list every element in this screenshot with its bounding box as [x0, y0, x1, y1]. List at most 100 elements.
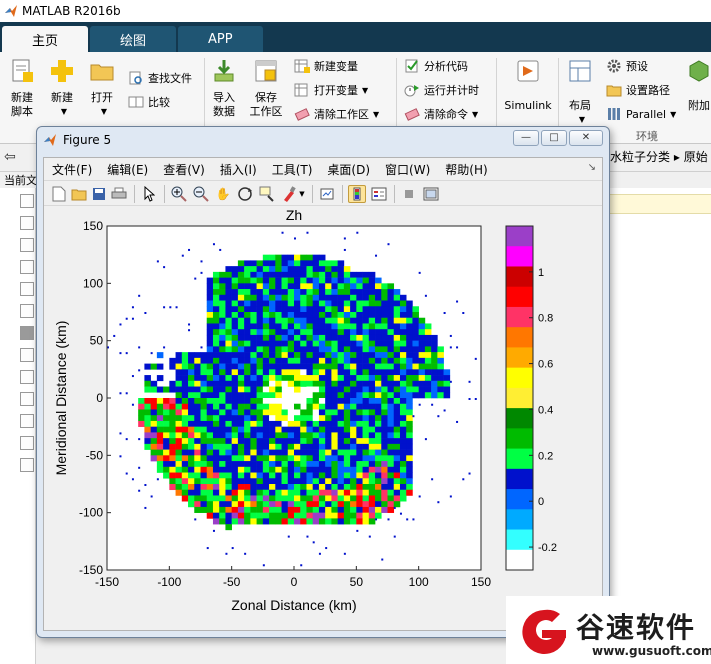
insert-legend-icon[interactable]	[370, 185, 388, 203]
heat-cell	[156, 438, 164, 445]
heat-cell	[206, 443, 214, 450]
addons-button[interactable]: 附加	[684, 58, 711, 113]
file-icon[interactable]	[20, 216, 34, 230]
heat-cell	[331, 386, 338, 393]
file-icon[interactable]	[20, 370, 34, 384]
figure-window[interactable]: Figure 5 — □ ✕ 文件(F) 编辑(E) 查看(V) 插入(I) 工…	[36, 126, 610, 638]
insert-colorbar-icon[interactable]	[348, 185, 366, 203]
heat-cell	[387, 449, 395, 456]
breadcrumb-item[interactable]: 水粒子分类	[610, 150, 670, 164]
heat-cell	[381, 363, 388, 370]
layout-button[interactable]: 布局 ▼	[560, 58, 600, 127]
heat-cell	[212, 294, 220, 301]
brush-icon[interactable]	[280, 185, 298, 203]
breadcrumb[interactable]: 水粒子分类 ▸ 原始	[610, 148, 708, 165]
file-icon[interactable]	[20, 238, 34, 252]
file-icon[interactable]	[20, 392, 34, 406]
tab-plots[interactable]: 绘图	[90, 26, 177, 52]
menu-insert[interactable]: 插入(I)	[220, 161, 257, 178]
current-folder-panel[interactable]	[0, 188, 36, 664]
new-figure-icon[interactable]	[50, 185, 68, 203]
rotate-3d-icon[interactable]	[236, 185, 254, 203]
back-arrow-icon[interactable]: ⇦	[4, 149, 16, 165]
maximize-button[interactable]: □	[541, 130, 567, 146]
open-button[interactable]: 打开 ▼	[82, 58, 122, 119]
file-icon[interactable]	[20, 436, 34, 450]
file-icon[interactable]	[20, 326, 34, 340]
show-plot-tools-icon[interactable]	[422, 185, 440, 203]
chevron-down-icon[interactable]: ▼	[298, 185, 306, 203]
minimize-button[interactable]: —	[513, 130, 539, 146]
link-plot-icon[interactable]	[318, 185, 336, 203]
radar-reflectivity-map[interactable]	[107, 226, 481, 570]
heat-cell	[437, 357, 444, 364]
new-variable-button[interactable]: 新建变量	[294, 56, 358, 76]
hide-plot-tools-icon[interactable]	[400, 185, 418, 203]
file-icon[interactable]	[20, 458, 34, 472]
heat-cell	[318, 518, 326, 525]
save-icon[interactable]	[90, 185, 108, 203]
heat-cell	[231, 386, 239, 393]
menu-edit[interactable]: 编辑(E)	[107, 161, 148, 178]
preferences-button[interactable]: 预设	[606, 56, 648, 76]
heat-cell	[337, 271, 345, 278]
zoom-out-icon[interactable]	[192, 185, 210, 203]
close-button[interactable]: ✕	[569, 130, 603, 146]
open-variable-button[interactable]: 打开变量 ▼	[294, 80, 368, 100]
heat-cell	[356, 352, 363, 359]
zoom-in-icon[interactable]	[170, 185, 188, 203]
run-and-time-button[interactable]: 运行并计时	[404, 80, 479, 100]
analyze-code-button[interactable]: 分析代码	[404, 56, 468, 76]
new-script-button[interactable]: 新建 脚本	[2, 58, 42, 119]
dock-arrow-icon[interactable]: ↘	[588, 162, 596, 173]
heat-cell	[269, 443, 276, 450]
plot-canvas[interactable]: -150 -100 -50 0 50 100 150 150100500-50-100-15…	[44, 206, 602, 630]
file-icon[interactable]	[20, 282, 34, 296]
heat-cell	[387, 306, 395, 313]
compare-button[interactable]: 比较	[128, 92, 170, 112]
heat-cell	[306, 254, 313, 261]
clear-commands-button[interactable]: 清除命令 ▼	[404, 104, 478, 124]
file-icon[interactable]	[20, 348, 34, 362]
menu-window[interactable]: 窗口(W)	[385, 161, 430, 178]
tab-apps[interactable]: APP	[178, 26, 263, 52]
pointer-icon[interactable]	[140, 185, 158, 203]
find-files-button[interactable]: 查找文件	[128, 68, 192, 88]
menu-desktop[interactable]: 桌面(D)	[327, 161, 370, 178]
heat-cell	[325, 449, 332, 456]
heat-cell	[294, 277, 301, 284]
import-data-button[interactable]: 导入 数据	[204, 58, 244, 119]
heat-cell	[256, 461, 264, 468]
menu-tools[interactable]: 工具(T)	[272, 161, 313, 178]
pan-hand-icon[interactable]: ✋	[214, 185, 232, 203]
heat-cell	[375, 512, 382, 519]
heat-cell	[262, 512, 270, 519]
save-workspace-button[interactable]: 保存 工作区	[246, 58, 286, 119]
print-icon[interactable]	[110, 185, 128, 203]
open-file-icon[interactable]	[70, 185, 88, 203]
simulink-button[interactable]: Simulink	[500, 58, 556, 113]
file-icon[interactable]	[20, 304, 34, 318]
menu-file[interactable]: 文件(F)	[52, 161, 92, 178]
heat-cell	[368, 484, 376, 491]
figure-client-area: 文件(F) 编辑(E) 查看(V) 插入(I) 工具(T) 桌面(D) 窗口(W…	[43, 157, 603, 631]
file-icon[interactable]	[20, 194, 34, 208]
heat-cell	[281, 317, 289, 324]
heat-cell	[256, 478, 264, 485]
file-icon[interactable]	[20, 260, 34, 274]
data-cursor-icon[interactable]	[258, 185, 276, 203]
set-path-button[interactable]: 设置路径	[606, 80, 670, 100]
heat-cell	[150, 432, 158, 439]
heat-cell	[262, 518, 270, 525]
file-icon[interactable]	[20, 414, 34, 428]
heat-cell	[163, 346, 166, 349]
menu-help[interactable]: 帮助(H)	[445, 161, 487, 178]
new-button[interactable]: 新建 ▼	[42, 58, 82, 119]
clear-workspace-button[interactable]: 清除工作区 ▼	[294, 104, 379, 124]
menu-view[interactable]: 查看(V)	[163, 161, 205, 178]
parallel-button[interactable]: Parallel ▼	[606, 104, 676, 124]
heat-cell	[356, 363, 363, 370]
heat-cell	[387, 506, 395, 513]
breadcrumb-item[interactable]: 原始	[684, 150, 708, 164]
tab-home[interactable]: 主页	[2, 26, 89, 52]
